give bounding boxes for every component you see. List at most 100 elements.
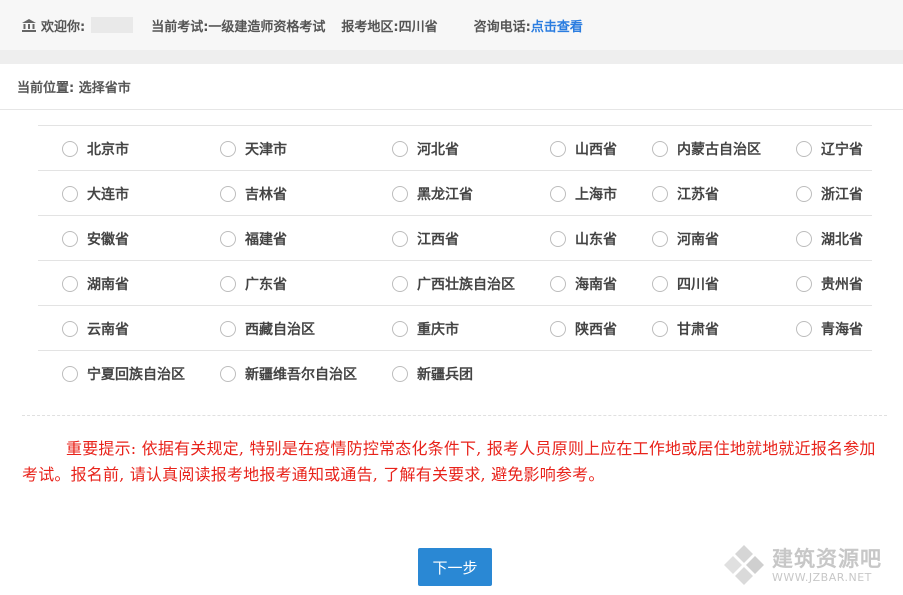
province-option[interactable]: 甘肃省 — [652, 306, 719, 351]
radio-button[interactable] — [62, 365, 78, 382]
radio-button[interactable] — [550, 230, 566, 247]
province-option[interactable]: 贵州省 — [796, 261, 863, 306]
province-option[interactable]: 吉林省 — [220, 171, 287, 216]
province-label: 江苏省 — [677, 186, 719, 203]
phone-label: 咨询电话: — [473, 19, 531, 35]
phone-view-link[interactable]: 点击查看 — [531, 16, 583, 35]
radio-button[interactable] — [652, 230, 668, 247]
province-option[interactable]: 新疆兵团 — [392, 351, 473, 396]
province-label: 江西省 — [417, 231, 459, 248]
province-option[interactable]: 海南省 — [550, 261, 617, 306]
next-step-button[interactable]: 下一步 — [418, 548, 492, 586]
province-option[interactable]: 天津市 — [220, 126, 287, 171]
province-option[interactable]: 上海市 — [550, 171, 617, 216]
radio-button[interactable] — [652, 185, 668, 202]
radio-button[interactable] — [220, 230, 236, 247]
radio-button[interactable] — [550, 320, 566, 337]
radio-button[interactable] — [62, 275, 78, 292]
province-label: 青海省 — [821, 321, 863, 338]
radio-button[interactable] — [652, 275, 668, 292]
province-label: 宁夏回族自治区 — [87, 366, 185, 383]
radio-button[interactable] — [392, 230, 408, 247]
province-label: 新疆维吾尔自治区 — [245, 366, 357, 383]
province-label: 甘肃省 — [677, 321, 719, 338]
province-option[interactable]: 福建省 — [220, 216, 287, 261]
watermark-cn: 建筑资源吧 — [772, 546, 882, 571]
diamond-logo-icon — [724, 545, 764, 585]
province-label: 广东省 — [245, 276, 287, 293]
province-option[interactable]: 西藏自治区 — [220, 306, 315, 351]
region-segment: 报考地区: 四川省 — [341, 16, 437, 35]
province-option[interactable]: 云南省 — [62, 306, 129, 351]
province-label: 重庆市 — [417, 321, 459, 338]
radio-button[interactable] — [392, 275, 408, 292]
radio-button[interactable] — [796, 185, 812, 202]
radio-button[interactable] — [796, 275, 812, 292]
province-option[interactable]: 山西省 — [550, 126, 617, 171]
province-label: 山西省 — [575, 141, 617, 158]
province-option[interactable]: 新疆维吾尔自治区 — [220, 351, 357, 396]
province-option[interactable]: 重庆市 — [392, 306, 459, 351]
province-label: 海南省 — [575, 276, 617, 293]
radio-button[interactable] — [62, 320, 78, 337]
radio-button[interactable] — [220, 320, 236, 337]
radio-button[interactable] — [220, 140, 236, 157]
province-option[interactable]: 湖北省 — [796, 216, 863, 261]
breadcrumb-text: 当前位置: 选择省市 — [17, 81, 131, 96]
province-label: 河北省 — [417, 141, 459, 158]
province-label: 湖南省 — [87, 276, 129, 293]
province-option[interactable]: 辽宁省 — [796, 126, 863, 171]
radio-button[interactable] — [392, 140, 408, 157]
radio-button[interactable] — [796, 140, 812, 157]
radio-button[interactable] — [220, 365, 236, 382]
radio-button[interactable] — [550, 185, 566, 202]
province-label: 四川省 — [677, 276, 719, 293]
breadcrumb: 当前位置: 选择省市 — [0, 64, 903, 110]
province-option[interactable]: 黑龙江省 — [392, 171, 473, 216]
section-divider — [0, 50, 903, 64]
province-option[interactable]: 江西省 — [392, 216, 459, 261]
province-option[interactable]: 浙江省 — [796, 171, 863, 216]
province-label: 贵州省 — [821, 276, 863, 293]
exam-value: 一级建造师资格考试 — [208, 19, 326, 35]
province-option[interactable]: 宁夏回族自治区 — [62, 351, 185, 396]
radio-button[interactable] — [62, 140, 78, 157]
province-option[interactable]: 北京市 — [62, 126, 129, 171]
radio-button[interactable] — [652, 320, 668, 337]
radio-button[interactable] — [550, 140, 566, 157]
radio-button[interactable] — [62, 230, 78, 247]
province-option[interactable]: 内蒙古自治区 — [652, 126, 761, 171]
radio-button[interactable] — [220, 185, 236, 202]
province-label: 安徽省 — [87, 231, 129, 248]
province-row: 北京市 天津市 河北省 山西省 内蒙古自治区 辽宁省 — [38, 125, 872, 170]
important-notice: 重要提示: 依据有关规定, 特别是在疫情防控常态化条件下, 报考人员原则上应在工… — [22, 439, 876, 484]
radio-button[interactable] — [392, 365, 408, 382]
province-label: 辽宁省 — [821, 141, 863, 158]
radio-button[interactable] — [652, 140, 668, 157]
province-option[interactable]: 安徽省 — [62, 216, 129, 261]
province-option[interactable]: 青海省 — [796, 306, 863, 351]
province-option[interactable]: 河北省 — [392, 126, 459, 171]
province-option[interactable]: 广东省 — [220, 261, 287, 306]
province-option[interactable]: 陕西省 — [550, 306, 617, 351]
radio-button[interactable] — [796, 230, 812, 247]
radio-button[interactable] — [550, 275, 566, 292]
radio-button[interactable] — [220, 275, 236, 292]
province-option[interactable]: 河南省 — [652, 216, 719, 261]
username-redacted — [91, 17, 134, 33]
province-option[interactable]: 大连市 — [62, 171, 129, 216]
radio-button[interactable] — [392, 320, 408, 337]
province-label: 福建省 — [245, 231, 287, 248]
province-label: 陕西省 — [575, 321, 617, 338]
radio-button[interactable] — [392, 185, 408, 202]
province-option[interactable]: 湖南省 — [62, 261, 129, 306]
province-option[interactable]: 江苏省 — [652, 171, 719, 216]
province-option[interactable]: 四川省 — [652, 261, 719, 306]
province-label: 大连市 — [87, 186, 129, 203]
radio-button[interactable] — [796, 320, 812, 337]
province-option[interactable]: 山东省 — [550, 216, 617, 261]
province-label: 内蒙古自治区 — [677, 141, 761, 158]
radio-button[interactable] — [62, 185, 78, 202]
exam-label: 当前考试: — [151, 19, 209, 35]
province-option[interactable]: 广西壮族自治区 — [392, 261, 515, 306]
